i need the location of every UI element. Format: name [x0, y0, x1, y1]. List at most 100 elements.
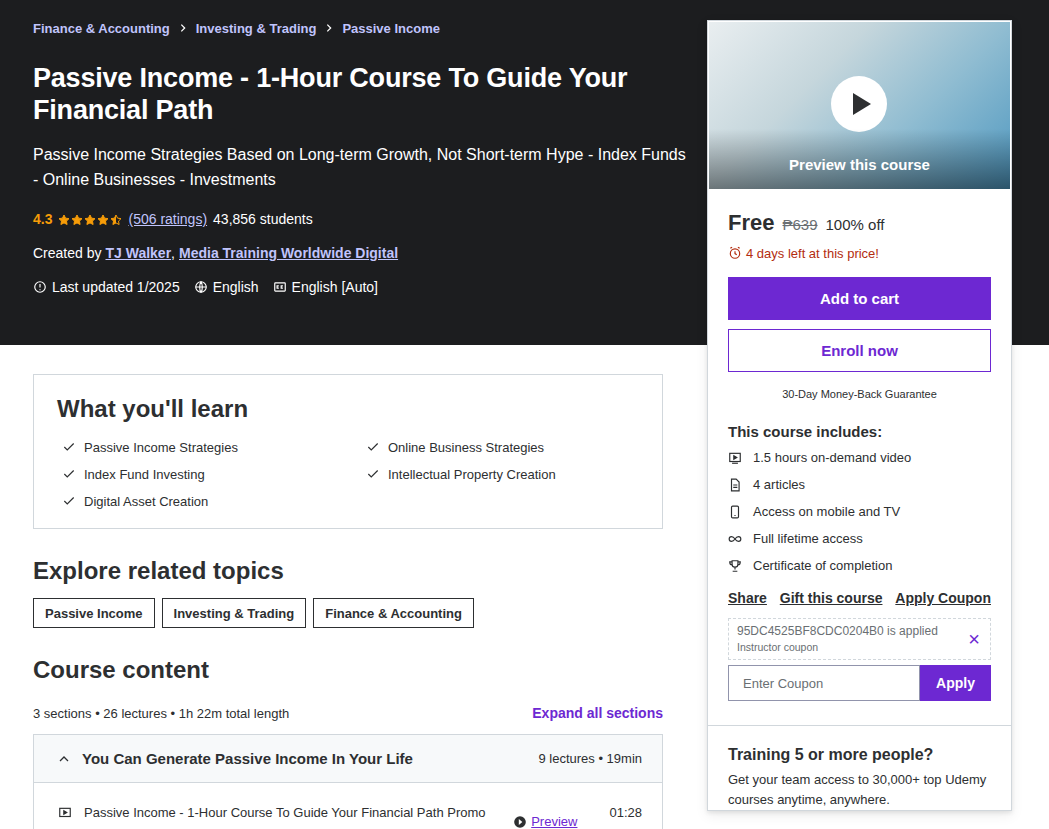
student-count: 43,856 students [213, 211, 313, 227]
lecture-title: Passive Income - 1-Hour Course To Guide … [84, 805, 486, 820]
globe-icon [194, 280, 208, 294]
preview-link[interactable]: Preview [513, 814, 577, 829]
check-icon [62, 440, 76, 454]
lifetime-icon [728, 532, 742, 546]
breadcrumb-link[interactable]: Finance & Accounting [33, 21, 170, 36]
star-icon [71, 213, 83, 225]
created-by: Created byTJ Walker,Media Training World… [33, 243, 693, 263]
content-stats: 3 sections • 26 lectures • 1h 22m total … [33, 706, 289, 721]
author-link[interactable]: TJ Walker [105, 245, 171, 261]
learn-item: Intellectual Property Creation [366, 465, 636, 483]
rating-value: 4.3 [33, 211, 52, 227]
section-meta: 9 lectures • 19min [538, 751, 642, 766]
includes-label: 1.5 hours on-demand video [753, 450, 911, 465]
check-icon [366, 440, 380, 454]
topic-tag[interactable]: Investing & Trading [162, 598, 307, 628]
price-row: Free₱639100% off [728, 210, 991, 236]
learn-item: Online Business Strategies [366, 438, 636, 456]
star-icon [58, 213, 70, 225]
includes-label: Access on mobile and TV [753, 504, 900, 519]
chevron-up-icon [58, 753, 70, 765]
learn-item-text: Intellectual Property Creation [388, 467, 556, 482]
learn-item-text: Index Fund Investing [84, 467, 205, 482]
lecture-row: Passive Income - 1-Hour Course To Guide … [34, 783, 662, 829]
includes-item: Full lifetime access [728, 529, 991, 548]
includes-item: 4 articles [728, 475, 991, 494]
applied-coupon: 95DC4525BF8CDC0204B0 is appliedInstructo… [728, 618, 991, 660]
star-icon [110, 213, 122, 225]
course-preview[interactable]: Preview this course [709, 22, 1010, 189]
section-header[interactable]: You Can Generate Passive Income In Your … [34, 735, 662, 783]
content-summary: 3 sections • 26 lectures • 1h 22m total … [33, 704, 663, 722]
ratings-link[interactable]: (506 ratings) [128, 211, 207, 227]
breadcrumb-link[interactable]: Passive Income [342, 21, 440, 36]
includes-item: Certificate of completion [728, 556, 991, 575]
learn-item: Digital Asset Creation [62, 492, 366, 510]
lecture-duration: 01:28 [609, 805, 642, 820]
article-icon [728, 478, 742, 492]
action-link[interactable]: Gift this course [780, 590, 883, 606]
apply-button[interactable]: Apply [920, 665, 991, 701]
alert-icon [33, 280, 47, 294]
breadcrumb: Finance & Accounting Investing & Trading P… [33, 19, 693, 37]
topic-tag[interactable]: Passive Income [33, 598, 155, 628]
play-circle-icon [513, 815, 527, 829]
preview-label: Preview this course [789, 156, 930, 173]
main-content: What you'll learn Passive Income Strategi… [0, 345, 663, 829]
guarantee: 30-Day Money-Back Guarantee [728, 388, 991, 400]
section-title: You Can Generate Passive Income In Your … [82, 750, 413, 767]
topic-tag[interactable]: Finance & Accounting [313, 598, 474, 628]
play-icon[interactable] [831, 76, 887, 132]
preview-label[interactable]: Preview [531, 814, 577, 829]
chevron-right-icon [178, 23, 188, 33]
topic-tags: Passive IncomeInvesting & TradingFinance… [33, 598, 663, 628]
alarm-clock-icon [728, 246, 742, 260]
coupon-note: Instructor coupon [737, 641, 938, 653]
urgency-text: 4 days left at this price! [746, 246, 879, 261]
mobile-icon [728, 505, 742, 519]
language: English [213, 279, 259, 295]
team-promo: Training 5 or more people? Get your team … [708, 725, 1011, 810]
check-icon [366, 467, 380, 481]
includes-label: Full lifetime access [753, 531, 863, 546]
section-heading: Explore related topics [33, 556, 663, 586]
video-icon [728, 451, 742, 465]
learn-item: Passive Income Strategies [62, 438, 366, 456]
coupon-status: is applied [887, 624, 938, 638]
includes-label: 4 articles [753, 477, 805, 492]
chevron-right-icon [324, 23, 334, 33]
action-link[interactable]: Apply Coupon [895, 590, 991, 606]
action-link[interactable]: Share [728, 590, 767, 606]
remove-coupon-button[interactable]: × [968, 629, 980, 649]
author-link[interactable]: Media Training Worldwide Digital [179, 245, 398, 261]
discount: 100% off [826, 216, 885, 233]
certificate-icon [728, 559, 742, 573]
enroll-button[interactable]: Enroll now [728, 329, 991, 372]
last-updated: Last updated 1/2025 [52, 279, 180, 295]
check-icon [62, 467, 76, 481]
course-section: You Can Generate Passive Income In Your … [33, 734, 663, 829]
check-icon [62, 494, 76, 508]
team-title: Training 5 or more people? [728, 746, 991, 764]
author-separator: , [171, 245, 175, 261]
what-you-learn: What you'll learn Passive Income Strategi… [33, 374, 663, 529]
created-by-label: Created by [33, 245, 101, 261]
expand-all-button[interactable]: Expand all sections [532, 705, 663, 721]
includes-list: 1.5 hours on-demand video 4 articles Acces… [728, 448, 991, 575]
includes-label: Certificate of completion [753, 558, 892, 573]
coupon-input[interactable] [728, 665, 920, 701]
video-icon [58, 806, 72, 820]
star-icon [84, 213, 96, 225]
add-to-cart-button[interactable]: Add to cart [728, 277, 991, 320]
learn-item: Index Fund Investing [62, 465, 366, 483]
learn-item-text: Passive Income Strategies [84, 440, 238, 455]
breadcrumb-link[interactable]: Investing & Trading [196, 21, 317, 36]
team-text: Get your team access to 30,000+ top Udem… [728, 770, 991, 810]
current-price: Free [728, 210, 774, 236]
course-subtitle: Passive Income Strategies Based on Long-… [33, 142, 693, 192]
course-meta: Last updated 1/2025EnglishEnglish [Auto] [33, 277, 693, 297]
star-icon [97, 213, 109, 225]
includes-item: 1.5 hours on-demand video [728, 448, 991, 467]
card-actions: Share Gift this course Apply Coupon [728, 590, 991, 606]
section-heading: What you'll learn [57, 394, 638, 424]
